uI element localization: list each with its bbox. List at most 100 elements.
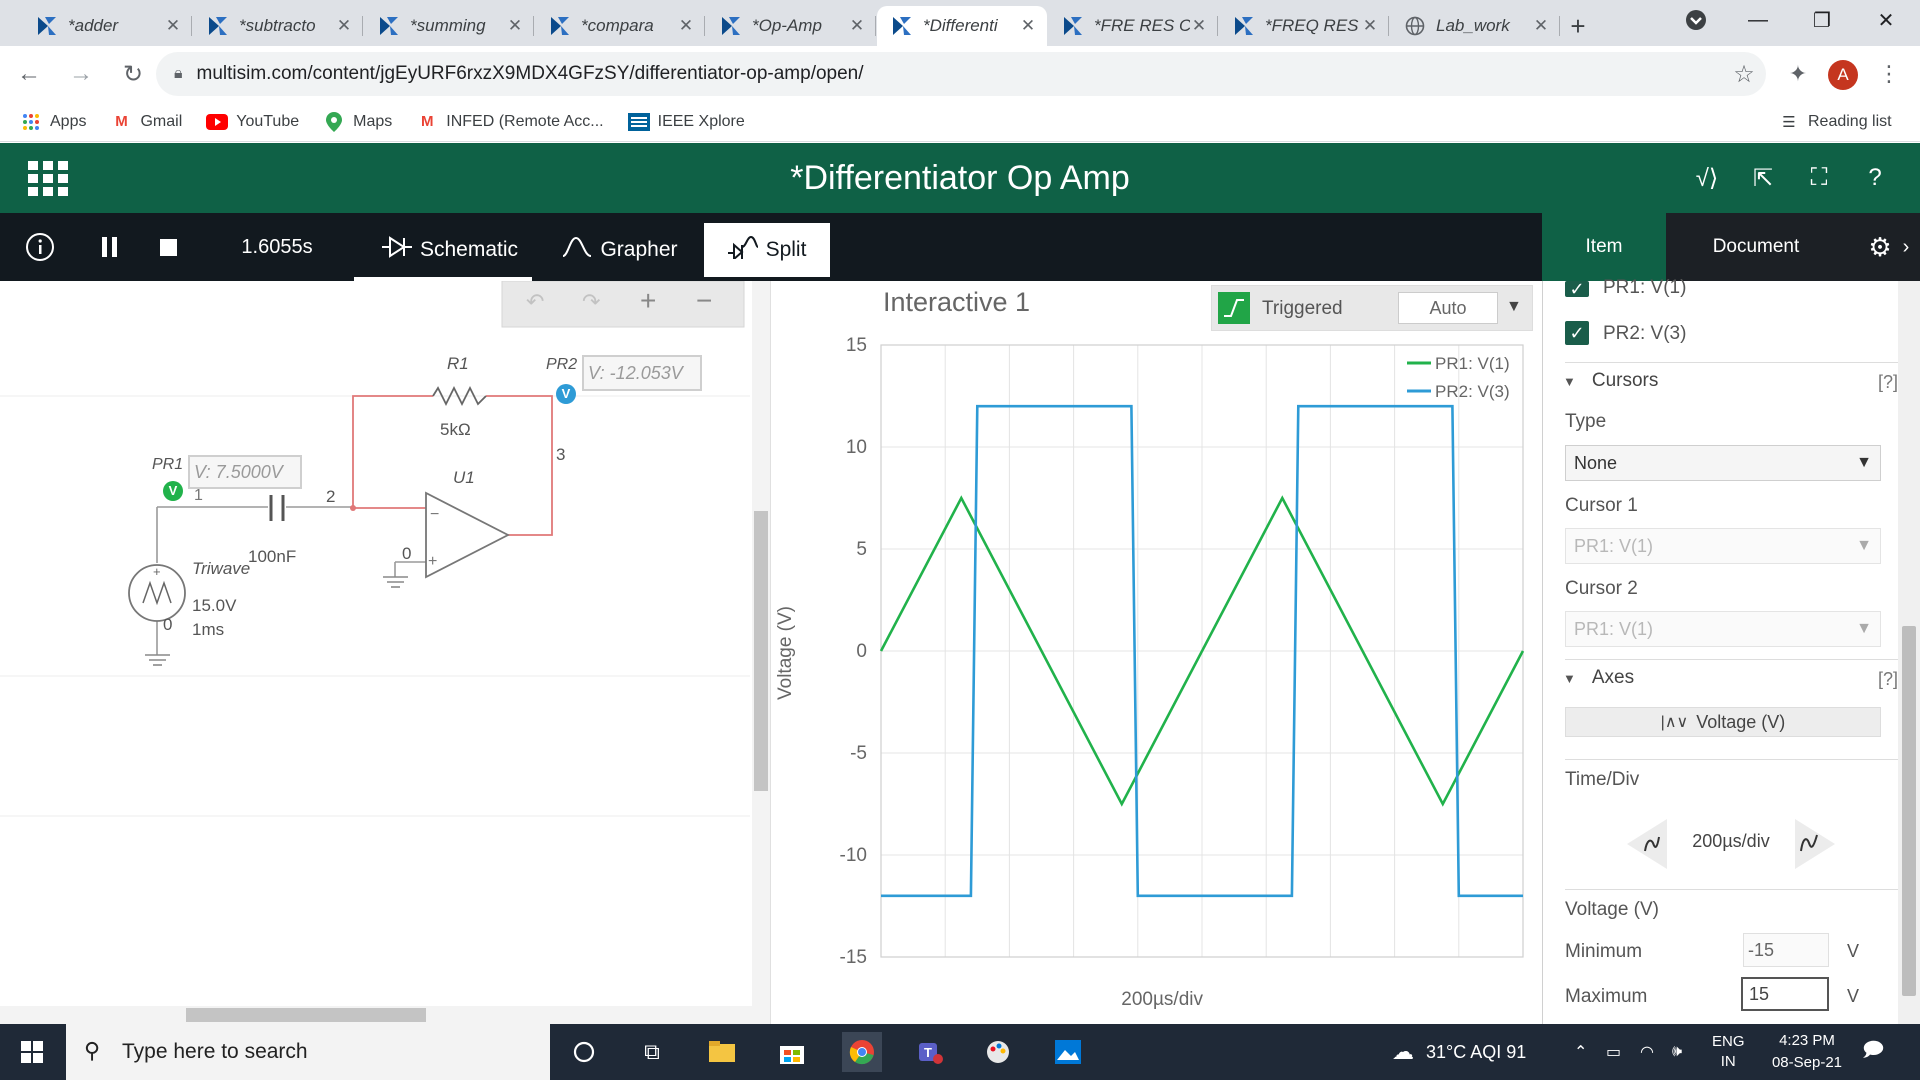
clock[interactable]: 4:23 PM 08-Sep-21: [1762, 1024, 1852, 1080]
cursor1-select[interactable]: PR1: V(1) ▼: [1565, 528, 1881, 564]
browser-tab[interactable]: *adder ✕: [22, 6, 192, 46]
browser-tab[interactable]: *summing ✕: [364, 6, 534, 46]
close-tab-icon[interactable]: ✕: [1190, 16, 1208, 36]
bookmark-ieee[interactable]: IEEE Xplore: [627, 112, 745, 132]
divider: [1565, 659, 1898, 660]
stop-button[interactable]: [150, 213, 186, 281]
browser-tab[interactable]: Lab_work ✕: [1390, 6, 1560, 46]
info-icon[interactable]: [20, 213, 60, 281]
fullscreen-icon[interactable]: ⛶: [1802, 161, 1836, 195]
undo-icon[interactable]: ↶: [526, 289, 544, 315]
battery-icon[interactable]: ▭: [1606, 1024, 1621, 1080]
divider: [1565, 889, 1898, 890]
close-tab-icon[interactable]: ✕: [1019, 16, 1037, 36]
gear-icon[interactable]: ⚙: [1862, 213, 1898, 281]
weather-widget[interactable]: ☁ 31°C AQI 91: [1392, 1024, 1526, 1080]
paint-icon[interactable]: [978, 1032, 1018, 1072]
cortana-icon[interactable]: [564, 1032, 604, 1072]
bookmark-youtube[interactable]: YouTube: [206, 112, 299, 132]
browser-tab[interactable]: *FRE RES C ✕: [1048, 6, 1218, 46]
bookmark-apps[interactable]: Apps: [20, 112, 86, 132]
windows-start-icon[interactable]: [12, 1032, 52, 1072]
axes-help-link[interactable]: [?]: [1878, 669, 1898, 690]
schematic-canvas[interactable]: − + + ↶ ↷ + − R1 5kΩ U1 100nF PR1 PR2 1 …: [0, 281, 770, 1024]
redo-icon[interactable]: ↷: [582, 289, 600, 315]
close-tab-icon[interactable]: ✕: [677, 16, 695, 36]
tab-split[interactable]: Split: [704, 223, 830, 277]
taskbar-search-input[interactable]: ⚲ Type here to search: [66, 1024, 550, 1080]
chrome-icon[interactable]: [842, 1032, 882, 1072]
task-view-icon[interactable]: ⧉: [632, 1032, 672, 1072]
help-icon[interactable]: ?: [1858, 161, 1892, 195]
tab-grapher[interactable]: Grapher: [552, 223, 688, 277]
close-tab-icon[interactable]: ✕: [164, 16, 182, 36]
chevron-up-icon[interactable]: ⌃: [1574, 1024, 1587, 1080]
address-bar: ← → ↻ 🔒︎ multisim.com/content/jgEyURF6rx…: [0, 46, 1920, 102]
tab-item[interactable]: Item: [1542, 213, 1666, 281]
cursor2-select[interactable]: PR1: V(1) ▼: [1565, 611, 1881, 647]
tab-schematic[interactable]: Schematic: [370, 223, 530, 277]
chevron-right-icon[interactable]: ›: [1896, 213, 1916, 281]
close-tab-icon[interactable]: ✕: [848, 16, 866, 36]
cursors-section-toggle[interactable]: ▼ Cursors: [1563, 370, 1658, 392]
bookmark-gmail[interactable]: M Gmail: [110, 112, 182, 132]
trace-label-1: PR1: V(1): [1603, 277, 1687, 298]
trace-checkbox-2[interactable]: ✓: [1565, 321, 1589, 345]
photos-icon[interactable]: [1048, 1032, 1088, 1072]
tab-document[interactable]: Document: [1666, 213, 1846, 281]
close-tab-icon[interactable]: ✕: [1361, 16, 1379, 36]
url-field[interactable]: 🔒︎ multisim.com/content/jgEyURF6rxzX9MDX…: [156, 52, 1766, 96]
close-tab-icon[interactable]: ✕: [1532, 16, 1550, 36]
zoom-in-button[interactable]: +: [640, 285, 656, 317]
voltage-chart[interactable]: 15 10 5 0 -5 -10 -15 PR1: V(1) PR2: V(3): [771, 281, 1543, 1024]
browser-tab[interactable]: *subtracto ✕: [193, 6, 363, 46]
bookmark-infed[interactable]: M INFED (Remote Acc...: [416, 112, 604, 132]
browser-tab[interactable]: *FREQ RES ✕: [1219, 6, 1389, 46]
wifi-icon[interactable]: ◠: [1640, 1024, 1654, 1080]
browser-tab[interactable]: *Op-Amp ✕: [706, 6, 876, 46]
close-tab-icon[interactable]: ✕: [335, 16, 353, 36]
language-bottom: IN: [1720, 1053, 1736, 1070]
share-icon[interactable]: ⇱: [1746, 161, 1780, 195]
panel-scroll-thumb[interactable]: [1902, 626, 1916, 996]
cursors-help-link[interactable]: [?]: [1878, 372, 1898, 393]
close-tab-icon[interactable]: ✕: [506, 16, 524, 36]
timediv-decrease-button[interactable]: [1627, 819, 1667, 869]
timediv-increase-button[interactable]: [1795, 819, 1835, 869]
y-tick-label: 10: [846, 437, 867, 458]
reload-button[interactable]: ↻: [110, 51, 156, 97]
zoom-out-button[interactable]: −: [696, 285, 712, 317]
reading-list-button[interactable]: ☰ Reading list: [1778, 112, 1891, 132]
panel-scrollbar[interactable]: [1898, 281, 1920, 1024]
store-icon[interactable]: [772, 1032, 812, 1072]
bookmark-maps[interactable]: Maps: [323, 111, 392, 132]
teams-icon[interactable]: T: [910, 1032, 950, 1072]
new-tab-button[interactable]: +: [1561, 6, 1595, 46]
language-indicator[interactable]: ENG IN: [1712, 1024, 1745, 1080]
axis-voltage-button[interactable]: |∧∨ Voltage (V): [1565, 707, 1881, 737]
file-explorer-icon[interactable]: [702, 1032, 742, 1072]
close-window-button[interactable]: ✕: [1854, 0, 1918, 40]
pause-button[interactable]: [92, 213, 128, 281]
notifications-icon[interactable]: 🗩︎: [1862, 1024, 1884, 1080]
profile-avatar[interactable]: A: [1828, 60, 1858, 90]
volume-icon[interactable]: 🕪︎: [1672, 1024, 1682, 1080]
browser-tab[interactable]: *Differenti ✕: [877, 6, 1047, 46]
minimize-button[interactable]: —: [1726, 0, 1790, 40]
extensions-icon[interactable]: ✦: [1782, 54, 1814, 94]
browser-tab-title: *subtracto: [239, 16, 316, 35]
back-button[interactable]: ←: [6, 51, 52, 97]
bookmark-star-icon[interactable]: ☆: [1728, 54, 1760, 94]
maximum-input[interactable]: 15: [1741, 977, 1829, 1011]
forward-button[interactable]: →: [58, 51, 104, 97]
tab-search-icon[interactable]: [1664, 0, 1728, 40]
browser-tab[interactable]: *compara ✕: [535, 6, 705, 46]
minimum-input[interactable]: -15: [1743, 933, 1829, 967]
browser-menu-icon[interactable]: ⋮: [1874, 54, 1904, 94]
trace-checkbox-1[interactable]: ✓: [1565, 279, 1589, 299]
source-period: 1ms: [192, 620, 225, 639]
cursor-type-select[interactable]: None ▼: [1565, 445, 1881, 481]
restore-button[interactable]: ❐: [1790, 0, 1854, 40]
probe-icon[interactable]: √⟩: [1690, 161, 1724, 195]
axes-section-toggle[interactable]: ▼ Axes: [1563, 667, 1634, 689]
